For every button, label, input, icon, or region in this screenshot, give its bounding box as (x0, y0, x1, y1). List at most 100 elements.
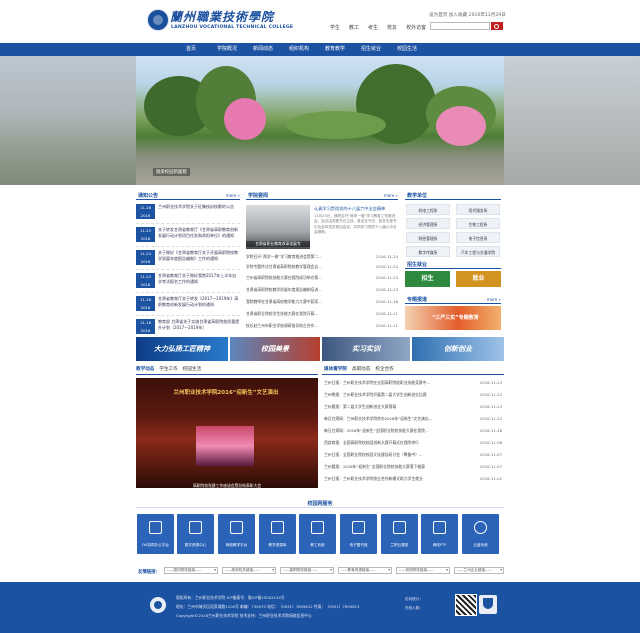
media-item[interactable]: 兰州日报：全国职业院校校园文化建设研讨会（筹备中）... 2016-11-07 (324, 452, 502, 462)
tab-teaching[interactable]: 教学动态 (136, 366, 154, 372)
right-tabs: 媒体看学院 高职动态 校企合作 (324, 366, 394, 372)
top-links[interactable]: 设为首页 加入收藏 2016年11月29日 (429, 12, 506, 18)
dept-link[interactable]: 经济管理系 (406, 218, 450, 229)
link-select[interactable]: -----教育资源链接----- (338, 567, 392, 574)
logo-english: LANZHOU VOCATIONAL TECHNICAL COLLEGE (171, 25, 294, 30)
divider (136, 374, 318, 375)
nav-org[interactable]: 组织机构 (281, 43, 317, 56)
media-item[interactable]: 兰州日报：兰州职业技术学院校企合作新模式助力学生就业 2016-11-02 (324, 476, 502, 486)
tab-enterprise[interactable]: 校企合作 (375, 366, 393, 372)
college-seal-icon[interactable] (147, 9, 169, 31)
news-item[interactable]: 学院专题传达甘肃省高职院校教学管理会议... 2016-11-24 (246, 264, 398, 273)
news-item[interactable]: 兰州省高职院校技能大赛在我院成功举办第... 2016-11-23 (246, 275, 398, 284)
link-select[interactable]: -----其他院校链接----- (396, 567, 450, 574)
service-resource-library[interactable]: 教学资源库 (259, 514, 296, 554)
news-more-link[interactable]: more (384, 193, 398, 198)
enroll-title: 招生就业 (405, 261, 430, 268)
banner-caption: 陇梁校园新面貌 (153, 168, 190, 176)
banner-next-slide[interactable] (504, 56, 640, 185)
employment-button[interactable]: 就业 (456, 271, 501, 287)
banner-prev-slide[interactable] (0, 56, 136, 185)
tab-campus-life[interactable]: 校园生活 (183, 366, 201, 372)
notice-item[interactable]: 11-16 2016 教育部 甘肃省关于实施甘肃省高职院校质量提升计划（2017—2… (136, 315, 240, 339)
service-cloud-class[interactable]: 兰职云课堂 (381, 514, 418, 554)
nav-admission[interactable]: 招生就业 (353, 43, 389, 56)
media-item[interactable]: 西部商报：全国高职院校校园创新大赛开幕式在我院举行 2016-11-08 (324, 440, 502, 450)
quick-link-staff[interactable]: 教工 (349, 24, 359, 31)
quick-link-visitor[interactable]: 校外访客 (406, 24, 426, 31)
notice-item[interactable]: 11-24 2016 甘肃省教育厅关于做好我院2017年上半年自学考试报名工作的通知 (136, 269, 240, 293)
search-button[interactable] (491, 22, 503, 30)
notice-item[interactable]: 11-28 2016 兰州职业技术学院关于征集校训校歌的公告 (136, 200, 240, 224)
ftp-icon (433, 521, 446, 534)
nav-about[interactable]: 学院概况 (209, 43, 245, 56)
media-item[interactable]: 兰州晚报：兰州职业技术学院开展第二届大学生创新创业比赛 2016-11-23 (324, 392, 502, 402)
nav-home[interactable]: 首页 (173, 43, 209, 56)
ad-craftsman[interactable]: 大力弘扬工匠精神 (136, 337, 228, 361)
link-select[interactable]: -----兰州企业链接----- (454, 567, 504, 574)
notice-item[interactable]: 11-24 2016 关于做好《甘肃省教育厅关于开展高职院校教学质量年度报告编制》工… (136, 246, 240, 270)
dept-link[interactable]: 生物工程系 (456, 218, 500, 229)
tab-student-work[interactable]: 学生工作 (159, 366, 177, 372)
dept-link[interactable]: 电子信息系 (456, 232, 500, 243)
service-cloud-disk[interactable]: 云盘系统 (462, 514, 499, 554)
search-input[interactable] (430, 22, 490, 30)
special-more-link[interactable]: more (487, 297, 501, 302)
quick-link-examinee[interactable]: 考生 (368, 24, 378, 31)
media-item[interactable]: 每日甘肃网：兰州职业技术学院举办2016年“迎新生”文艺演出... 2016-11… (324, 416, 502, 426)
admission-button[interactable]: 招生 (405, 271, 450, 287)
dept-link[interactable]: 数字传媒系 (406, 246, 450, 257)
news-header: 学院要闻 more (246, 190, 398, 200)
service-oa[interactable]: OA协同办公平台 (137, 514, 174, 554)
notice-header: 通知公告 more (136, 190, 240, 200)
news-photo-caption[interactable]: 甘肃省职业教育改革发展专 (246, 241, 310, 247)
dept-link[interactable]: 汽车工程与交通学院 (456, 246, 500, 257)
dept-link[interactable]: 现代服务系 (456, 204, 500, 215)
news-item[interactable]: 学院召开“两学一做”学习教育推进会暨第二... 2016-11-24 (246, 254, 398, 263)
service-library[interactable]: 电子图书馆 (340, 514, 377, 554)
site-header: 蘭州職業技術學院 LANZHOU VOCATIONAL TECHNICAL CO… (0, 0, 640, 42)
photo-caption[interactable]: 高职院校党建工作座谈会暨总结表彰大会 (136, 483, 318, 489)
user-icon (311, 521, 324, 534)
notice-more-link[interactable]: more (226, 193, 240, 198)
news-featured-title[interactable]: 认真学习贯彻党的十八届六中全会精神 (314, 206, 385, 212)
enroll-header: 招生就业 (405, 259, 501, 269)
news-item[interactable]: 甘肃省职业院校学生技能大赛在我院开幕... 2016-11-11 (246, 311, 398, 320)
ad-campus[interactable]: 校园美景 (230, 337, 320, 361)
dept-header: 教学单位 (405, 190, 501, 200)
dept-link[interactable]: 财经管理系 (406, 232, 450, 243)
service-ftp[interactable]: 网络FTP (421, 514, 458, 554)
media-item[interactable]: 兰州晨报：第二届大学生创新创业大赛落幕 2016-11-23 (324, 404, 502, 414)
footer-seal-icon (150, 597, 166, 613)
police-badge-icon[interactable] (479, 595, 497, 614)
media-item[interactable]: 兰州日报：兰州职业技术学院在全国高职院校职业技能竞赛中... 2016-11-23 (324, 380, 502, 390)
nav-campus-life[interactable]: 校园生活 (389, 43, 425, 56)
notice-item[interactable]: 11-25 2016 关于转发甘肃省教育厅《甘肃省高职教育创新发展行动计划项目任务和… (136, 223, 240, 247)
service-online-teaching[interactable]: 网络教学平台 (218, 514, 255, 554)
link-select[interactable]: -----政府机关链接----- (222, 567, 276, 574)
news-item[interactable]: 甘肃省高职院校教学质量年度报告编制培训... 2016-11-23 (246, 287, 398, 296)
news-item[interactable]: 我院教师在甘肃省高校教学能力大赛中获奖... 2016-11-16 (246, 299, 398, 308)
quick-link-student[interactable]: 学生 (330, 24, 340, 31)
quick-link-alumni[interactable]: 校友 (387, 24, 397, 31)
ad-practice[interactable]: 实习实训 (322, 337, 410, 361)
nav-education[interactable]: 教育教学 (317, 43, 353, 56)
link-select[interactable]: -----高职院校链接----- (280, 567, 334, 574)
media-item[interactable]: 兰州晨报：2016年“迎新生”全国职业院校技能大赛落下帷幕 2016-11-07 (324, 464, 502, 474)
hero-banner[interactable] (0, 56, 640, 185)
news-item[interactable]: 校长赴兰州市职业学校调研指导校企合作... 2016-11-11 (246, 323, 398, 332)
dept-link[interactable]: 机电工程系 (406, 204, 450, 215)
link-select[interactable]: -----国内院校链接----- (164, 567, 218, 574)
logo-chinese[interactable]: 蘭州職業技術學院 (170, 8, 274, 25)
ad-innovation[interactable]: 创新创业 (412, 337, 504, 361)
dept-title: 教学单位 (405, 192, 430, 199)
notice-item[interactable]: 11-16 2016 甘肃省教育厅关于转发《2017—2019年》高职教育创新发展行… (136, 292, 240, 316)
banner-campus-photo (136, 56, 504, 185)
footer-address: 地址：兰州市城关区段家滩路1100号 邮编：730070 电话：（0931）76… (176, 604, 360, 609)
tab-vocational[interactable]: 高职动态 (352, 366, 370, 372)
tab-media[interactable]: 媒体看学院 (324, 366, 347, 372)
media-item[interactable]: 每日甘肃网：2016年“迎新生”全国职业院校技能大赛在我院... 2016-11-… (324, 428, 502, 438)
nav-news[interactable]: 新闻动态 (245, 43, 281, 56)
service-staff-system[interactable]: 教工系统 (299, 514, 336, 554)
service-digital-resources[interactable]: 数字资源中心 (177, 514, 214, 554)
